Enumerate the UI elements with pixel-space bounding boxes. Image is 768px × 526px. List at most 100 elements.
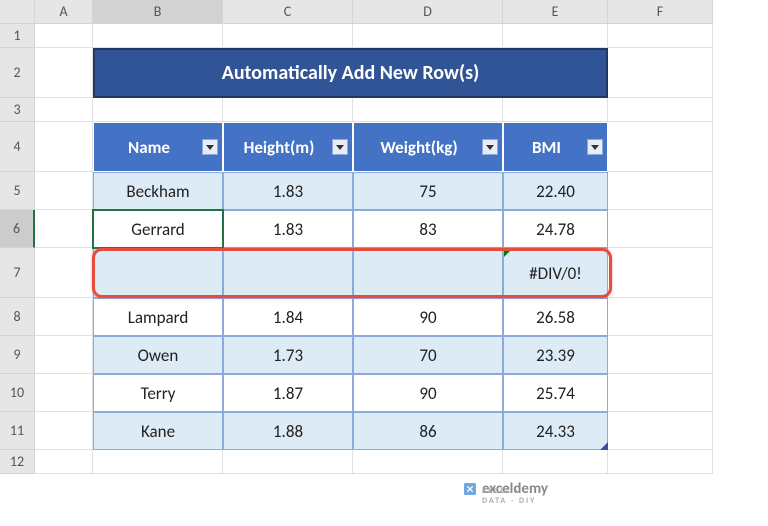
col-header-E[interactable]: E [503,0,608,24]
cell[interactable] [608,122,713,172]
cell[interactable] [93,98,223,122]
table-header-bmi[interactable]: BMI [503,122,608,172]
cell[interactable] [608,450,713,474]
table-cell[interactable]: 1.88 [223,412,353,450]
col-header-C[interactable]: C [223,0,353,24]
table-cell[interactable]: 75 [353,172,503,210]
select-all-corner[interactable] [0,0,35,24]
header-label: Height(m) [244,137,315,158]
table-cell[interactable]: 1.87 [223,374,353,412]
cell[interactable] [608,412,713,450]
cell[interactable] [608,24,713,48]
row-header-10[interactable]: 10 [0,374,35,412]
row-header-8[interactable]: 8 [0,298,35,336]
table-cell[interactable]: Beckham [93,172,223,210]
table-cell[interactable]: 90 [353,374,503,412]
col-header-B[interactable]: B [93,0,223,24]
cell[interactable] [608,374,713,412]
col-header-A[interactable]: A [35,0,93,24]
table-cell[interactable]: 83 [353,210,503,248]
cell[interactable] [35,374,93,412]
table-cell-error[interactable]: #DIV/0! [503,248,608,298]
cell[interactable] [353,98,503,122]
table-cell[interactable]: 90 [353,298,503,336]
spreadsheet-grid: A B C D E F 1 2 Automatically Add New Ro… [0,0,768,474]
title-merged-cell[interactable]: Automatically Add New Row(s) [93,48,608,98]
cell[interactable] [608,210,713,248]
table-cell[interactable]: Owen [93,336,223,374]
cell[interactable] [35,172,93,210]
table-cell[interactable]: 24.78 [503,210,608,248]
cell[interactable] [35,248,93,298]
cell[interactable] [93,24,223,48]
table-header-weight[interactable]: Weight(kg) [353,122,503,172]
table-cell[interactable]: 1.84 [223,298,353,336]
col-header-D[interactable]: D [353,0,503,24]
cell[interactable] [608,298,713,336]
cell[interactable] [35,24,93,48]
table-header-height[interactable]: Height(m) [223,122,353,172]
table-cell[interactable]: Terry [93,374,223,412]
table-cell[interactable]: 1.73 [223,336,353,374]
error-indicator-icon [504,249,512,257]
table-cell[interactable] [353,248,503,298]
table-cell[interactable]: 23.39 [503,336,608,374]
row-header-1[interactable]: 1 [0,24,35,48]
cell[interactable] [608,98,713,122]
table-cell[interactable]: 70 [353,336,503,374]
row-header-12[interactable]: 12 [0,450,35,474]
cell[interactable] [608,336,713,374]
filter-dropdown-icon[interactable] [482,139,498,155]
table-cell[interactable]: Kane [93,412,223,450]
row-header-5[interactable]: 5 [0,172,35,210]
error-value: #DIV/0! [529,263,582,284]
cell[interactable] [608,48,713,98]
row-header-4[interactable]: 4 [0,122,35,172]
cell-value: 24.33 [536,421,575,442]
cell[interactable] [35,450,93,474]
cell[interactable] [35,298,93,336]
row-header-7[interactable]: 7 [0,248,35,298]
cell[interactable] [35,122,93,172]
cell[interactable] [223,98,353,122]
cell[interactable] [503,24,608,48]
cell[interactable] [35,210,93,248]
row-header-9[interactable]: 9 [0,336,35,374]
table-cell[interactable]: 24.33 [503,412,608,450]
cell[interactable] [503,450,608,474]
cell[interactable] [223,450,353,474]
watermark-tag: EXCEL · DATA · DIY [482,486,548,506]
cell[interactable] [353,24,503,48]
table-resize-handle-icon[interactable] [600,442,608,450]
filter-dropdown-icon[interactable] [587,139,603,155]
col-header-F[interactable]: F [608,0,713,24]
filter-dropdown-icon[interactable] [202,139,218,155]
table-cell[interactable]: 1.83 [223,210,353,248]
table-cell[interactable] [223,248,353,298]
cell[interactable] [93,450,223,474]
cell[interactable] [353,450,503,474]
table-cell[interactable]: 22.40 [503,172,608,210]
cell[interactable] [608,248,713,298]
cell[interactable] [503,98,608,122]
cell[interactable] [35,48,93,98]
table-cell[interactable]: Lampard [93,298,223,336]
row-header-2[interactable]: 2 [0,48,35,98]
cell[interactable] [35,98,93,122]
table-cell[interactable]: 26.58 [503,298,608,336]
cell[interactable] [35,336,93,374]
row-header-3[interactable]: 3 [0,98,35,122]
table-cell[interactable]: 25.74 [503,374,608,412]
row-header-6[interactable]: 6 [0,210,35,248]
row-header-11[interactable]: 11 [0,412,35,450]
cell[interactable] [608,172,713,210]
table-header-name[interactable]: Name [93,122,223,172]
filter-dropdown-icon[interactable] [332,139,348,155]
table-cell[interactable]: 86 [353,412,503,450]
logo-icon [462,481,478,497]
cell[interactable] [223,24,353,48]
active-cell[interactable]: Gerrard [93,210,223,248]
table-cell[interactable]: 1.83 [223,172,353,210]
cell[interactable] [35,412,93,450]
table-cell[interactable] [93,248,223,298]
